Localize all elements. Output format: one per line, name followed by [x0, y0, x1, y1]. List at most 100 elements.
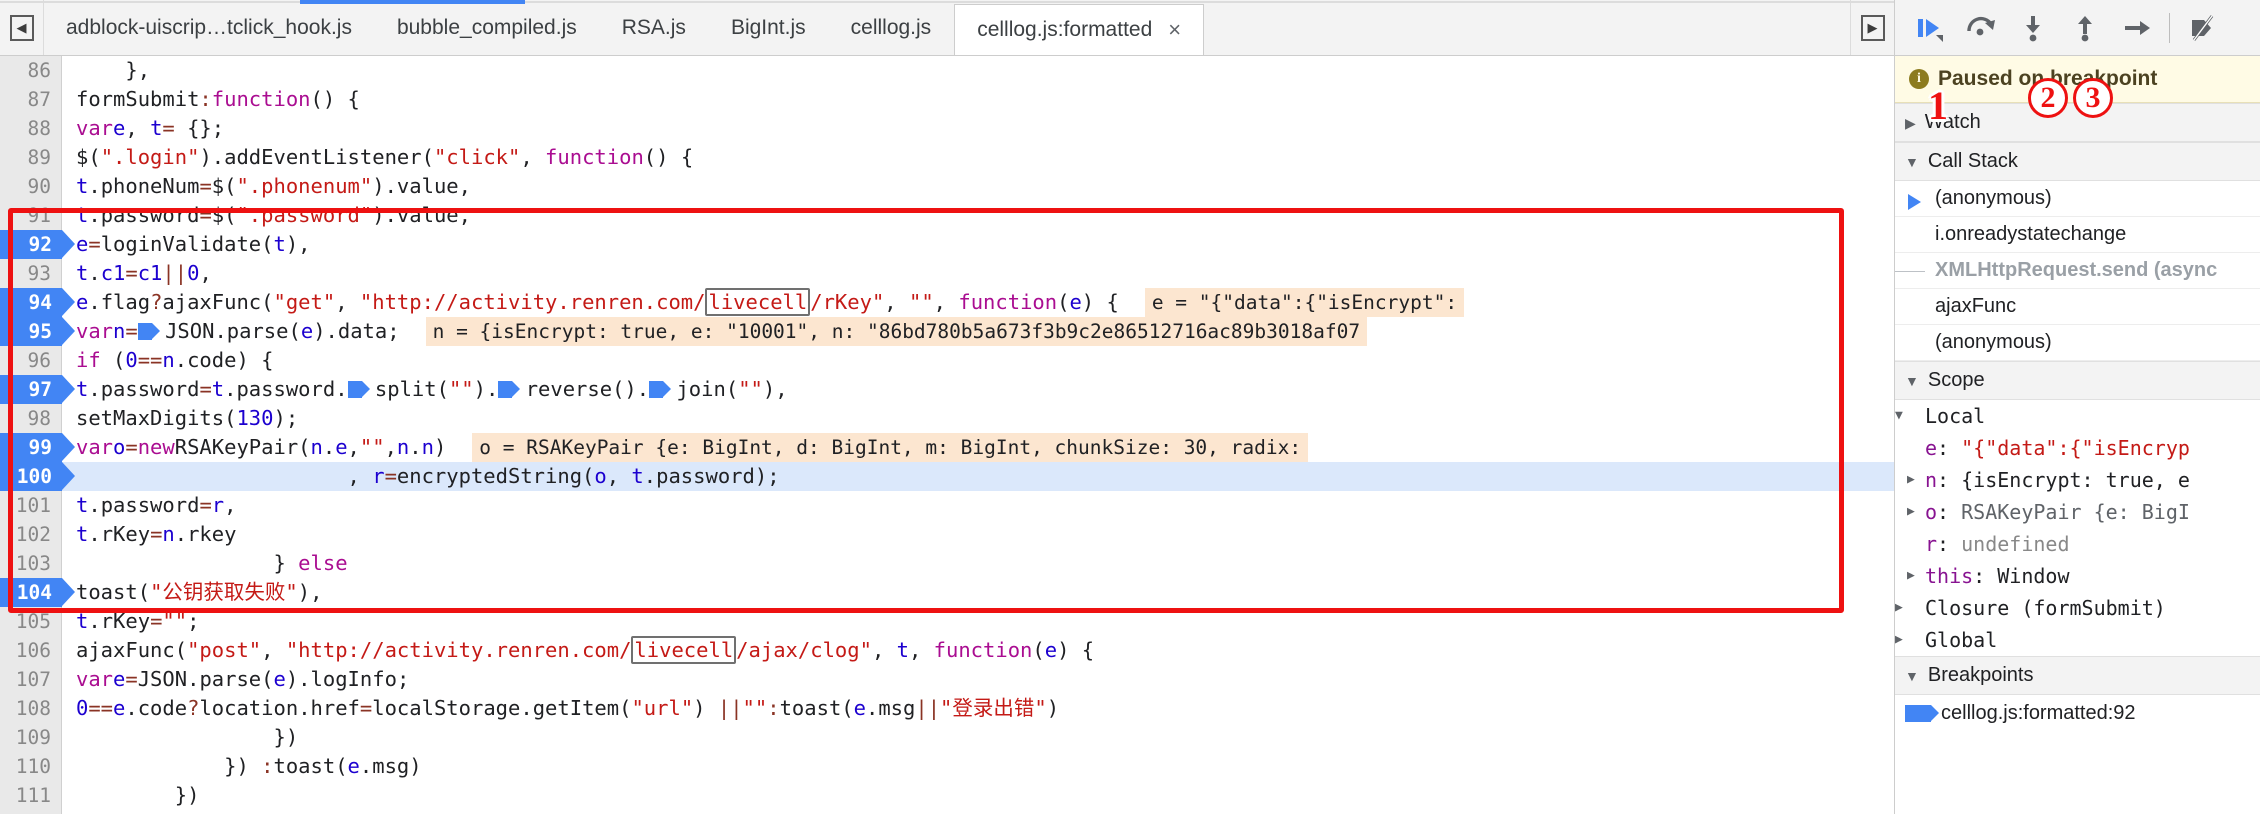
line-number[interactable]: 89: [0, 143, 62, 172]
breakpoint-gutter-marker[interactable]: 92: [0, 230, 62, 259]
chevron-right-icon[interactable]: ▶: [1907, 505, 1915, 518]
tab-bubble-compiled[interactable]: bubble_compiled.js: [375, 0, 600, 55]
code-line[interactable]: 107 var e = JSON.parse(e).logInfo;: [0, 665, 1894, 694]
code-line[interactable]: 106 ajaxFunc("post", "http://activity.re…: [0, 636, 1894, 665]
breakpoint-list-item[interactable]: celllog.js:formatted:92: [1895, 695, 2260, 732]
step-into-button[interactable]: [2007, 5, 2059, 51]
breakpoint-gutter-marker[interactable]: 104: [0, 578, 62, 607]
inline-breakpoint-marker[interactable]: [138, 323, 152, 340]
line-number[interactable]: 102: [0, 520, 62, 549]
code-line[interactable]: 96 if (0 == n.code) {: [0, 346, 1894, 375]
chevron-right-icon[interactable]: ▶: [1907, 569, 1915, 582]
code-line[interactable]: 110 }) : toast(e.msg): [0, 752, 1894, 781]
call-stack-section-header[interactable]: ▼ Call Stack: [1895, 142, 2260, 181]
tab-rsa[interactable]: RSA.js: [600, 0, 709, 55]
code-line[interactable]: 95 var n = JSON.parse(e).data;n = {isEnc…: [0, 317, 1894, 346]
breakpoint-gutter-marker[interactable]: 94: [0, 288, 62, 317]
breakpoints-section-header[interactable]: ▼ Breakpoints: [1895, 656, 2260, 695]
tabs-scroll-right-button[interactable]: ▶: [1850, 0, 1894, 55]
scope-variable-o[interactable]: ▶ o: RSAKeyPair {e: BigI: [1895, 496, 2260, 528]
line-number[interactable]: 108: [0, 694, 62, 723]
scope-label: Scope: [1928, 369, 1985, 392]
code-line[interactable]: 86 },: [0, 56, 1894, 85]
code-line[interactable]: 88 var e, t = {};: [0, 114, 1894, 143]
scope-group-global[interactable]: ▶ Global: [1895, 624, 2260, 656]
code-line[interactable]: 109 }): [0, 723, 1894, 752]
tab-adblock-uiscript[interactable]: adblock-uiscrip…tclick_hook.js: [44, 0, 375, 55]
code-line-text: e.flag ? ajaxFunc("get", "http://activit…: [62, 288, 1894, 317]
line-number[interactable]: 93: [0, 259, 62, 288]
close-icon[interactable]: ×: [1168, 19, 1181, 41]
breakpoint-gutter-marker[interactable]: 100: [0, 462, 62, 491]
tab-celllog-formatted[interactable]: celllog.js:formatted ×: [954, 4, 1204, 55]
line-number[interactable]: 103: [0, 549, 62, 578]
code-line[interactable]: 112 }: [0, 810, 1894, 814]
scope-group-closure[interactable]: ▶ Closure (formSubmit): [1895, 592, 2260, 624]
tab-celllog[interactable]: celllog.js: [829, 0, 955, 55]
line-number[interactable]: 87: [0, 85, 62, 114]
scope-group-local[interactable]: ▼ Local: [1895, 400, 2260, 432]
call-stack-frame[interactable]: ajaxFunc: [1895, 289, 2260, 325]
line-number[interactable]: 96: [0, 346, 62, 375]
breakpoint-gutter-marker[interactable]: 99: [0, 433, 62, 462]
scope-variable-n[interactable]: ▶ n: {isEncrypt: true, e: [1895, 464, 2260, 496]
line-number[interactable]: 109: [0, 723, 62, 752]
code-editor[interactable]: 86 },87 formSubmit: function() {88 var e…: [0, 56, 1894, 814]
tabs-scroll-left-button[interactable]: ◀: [0, 0, 44, 55]
chevron-right-icon[interactable]: ▶: [1895, 601, 1903, 614]
line-number[interactable]: 98: [0, 404, 62, 433]
code-line[interactable]: 91 t.password = $(".password").value,: [0, 201, 1894, 230]
code-line[interactable]: 97 t.password = t.password. split(""). r…: [0, 375, 1894, 404]
code-line[interactable]: 89 $(".login").addEventListener("click",…: [0, 143, 1894, 172]
code-line[interactable]: 99 var o = new RSAKeyPair(n.e,"",n.n)o =…: [0, 433, 1894, 462]
code-line[interactable]: 108 0 == e.code ? location.href = localS…: [0, 694, 1894, 723]
inline-breakpoint-marker[interactable]: [649, 381, 663, 398]
breakpoint-gutter-marker[interactable]: 95: [0, 317, 62, 346]
code-line[interactable]: 101 t.password = r,: [0, 491, 1894, 520]
code-line[interactable]: 94 e.flag ? ajaxFunc("get", "http://acti…: [0, 288, 1894, 317]
code-line[interactable]: 104 toast("公钥获取失败"),: [0, 578, 1894, 607]
line-number[interactable]: 86: [0, 56, 62, 85]
line-number[interactable]: 88: [0, 114, 62, 143]
call-stack-frame[interactable]: (anonymous): [1895, 181, 2260, 217]
deactivate-breakpoints-button[interactable]: [2176, 5, 2228, 51]
scope-variable-e[interactable]: e: "{"data":{"isEncryp: [1895, 432, 2260, 464]
code-line[interactable]: 98 setMaxDigits(130);: [0, 404, 1894, 433]
line-number[interactable]: 91: [0, 201, 62, 230]
code-line[interactable]: 100 , r = encryptedString(o, t.password)…: [0, 462, 1894, 491]
line-number[interactable]: 110: [0, 752, 62, 781]
code-line[interactable]: 111 }): [0, 781, 1894, 810]
annotation-badge-2: 2: [2028, 78, 2068, 118]
call-stack-frame[interactable]: (anonymous): [1895, 325, 2260, 361]
tab-bigint[interactable]: BigInt.js: [709, 0, 829, 55]
variable-value: Window: [1997, 564, 2069, 588]
call-stack-frame[interactable]: i.onreadystatechange: [1895, 217, 2260, 253]
resume-script-execution-button[interactable]: [1903, 5, 1955, 51]
scope-variable-this[interactable]: ▶ this: Window: [1895, 560, 2260, 592]
code-line[interactable]: 105 t.rKey = "";: [0, 607, 1894, 636]
line-number[interactable]: 90: [0, 172, 62, 201]
code-line[interactable]: 103 } else: [0, 549, 1894, 578]
scope-section-header[interactable]: ▼ Scope: [1895, 361, 2260, 400]
code-line[interactable]: 92 e = loginValidate(t),: [0, 230, 1894, 259]
step-button[interactable]: [2111, 5, 2163, 51]
step-over-button[interactable]: [1955, 5, 2007, 51]
inline-breakpoint-marker[interactable]: [498, 381, 512, 398]
code-line[interactable]: 93 t.c1 = c1 || 0,: [0, 259, 1894, 288]
code-line[interactable]: 102 t.rKey = n.rkey: [0, 520, 1894, 549]
code-line[interactable]: 87 formSubmit: function() {: [0, 85, 1894, 114]
line-number[interactable]: 106: [0, 636, 62, 665]
chevron-right-icon[interactable]: ▶: [1895, 633, 1903, 646]
line-number[interactable]: 112: [0, 810, 62, 814]
line-number[interactable]: 101: [0, 491, 62, 520]
breakpoint-gutter-marker[interactable]: 97: [0, 375, 62, 404]
code-line[interactable]: 90 t.phoneNum = $(".phonenum").value,: [0, 172, 1894, 201]
search-match-highlight: livecell: [631, 636, 736, 664]
chevron-right-icon[interactable]: ▶: [1907, 473, 1915, 486]
line-number[interactable]: 105: [0, 607, 62, 636]
line-number[interactable]: 107: [0, 665, 62, 694]
scope-variable-r[interactable]: r: undefined: [1895, 528, 2260, 560]
inline-breakpoint-marker[interactable]: [348, 381, 362, 398]
line-number[interactable]: 111: [0, 781, 62, 810]
step-out-button[interactable]: [2059, 5, 2111, 51]
